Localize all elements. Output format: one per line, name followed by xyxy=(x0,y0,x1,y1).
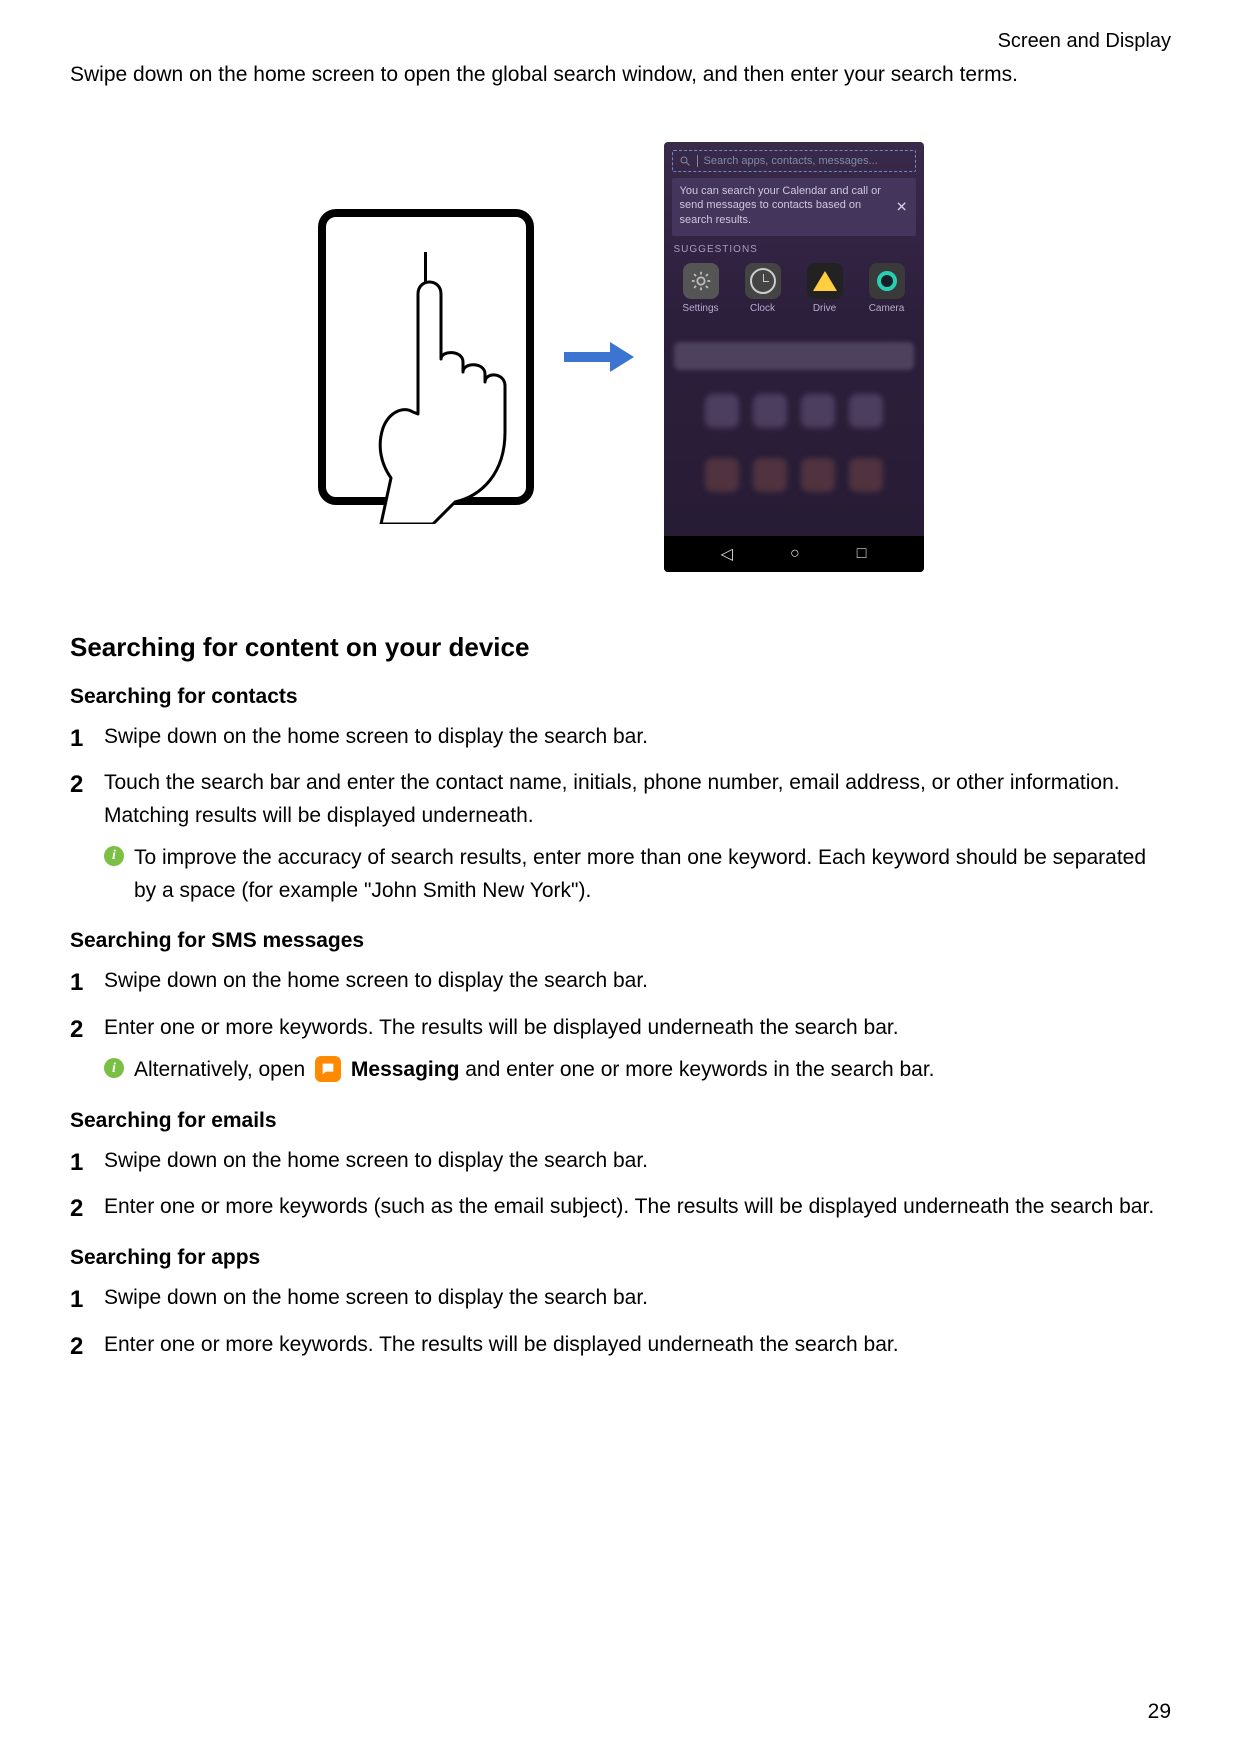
suggestions-label: SUGGESTIONS xyxy=(674,244,916,255)
device-search-screenshot: Search apps, contacts, messages... You c… xyxy=(664,142,924,572)
android-navbar: ◁ ○ □ xyxy=(664,536,924,572)
subheading-apps: Searching for apps xyxy=(70,1246,1171,1270)
device-swipe-illustration xyxy=(318,209,534,505)
steps-apps: Swipe down on the home screen to display… xyxy=(70,1282,1171,1361)
info-icon: i xyxy=(104,1058,124,1078)
suggestion-app-label: Camera xyxy=(860,303,914,314)
messaging-app-icon xyxy=(315,1056,341,1082)
header-section-label: Screen and Display xyxy=(70,30,1171,53)
illustration-row: Search apps, contacts, messages... You c… xyxy=(70,142,1171,572)
step-text: Touch the search bar and enter the conta… xyxy=(104,771,1120,827)
search-bar[interactable]: Search apps, contacts, messages... xyxy=(672,150,916,172)
hand-icon xyxy=(363,264,563,524)
clock-icon xyxy=(745,263,781,299)
info-icon: i xyxy=(104,846,124,866)
section-heading: Searching for content on your device xyxy=(70,632,1171,663)
steps-sms: Swipe down on the home screen to display… xyxy=(70,965,1171,1087)
page: Screen and Display Swipe down on the hom… xyxy=(0,0,1241,1754)
blurred-icons-row xyxy=(664,458,924,492)
tip-text: To improve the accuracy of search result… xyxy=(134,842,1171,907)
subheading-contacts: Searching for contacts xyxy=(70,685,1171,709)
subheading-emails: Searching for emails xyxy=(70,1109,1171,1133)
step-item: Swipe down on the home screen to display… xyxy=(70,1282,1171,1315)
tip-text-pre: Alternatively, open xyxy=(134,1058,311,1081)
step-item: Swipe down on the home screen to display… xyxy=(70,721,1171,754)
blurred-icons-row xyxy=(664,394,924,428)
page-number: 29 xyxy=(1148,1700,1171,1724)
suggestion-app-label: Clock xyxy=(736,303,790,314)
step-item: Enter one or more keywords (such as the … xyxy=(70,1191,1171,1224)
step-item: Enter one or more keywords. The results … xyxy=(70,1329,1171,1362)
suggestion-app-drive[interactable]: Drive xyxy=(798,263,852,314)
tip-block: i To improve the accuracy of search resu… xyxy=(104,842,1171,907)
tip-app-name: Messaging xyxy=(351,1058,460,1081)
nav-home-icon[interactable]: ○ xyxy=(790,545,800,563)
drive-icon xyxy=(807,263,843,299)
suggestion-app-label: Settings xyxy=(674,303,728,314)
subheading-sms: Searching for SMS messages xyxy=(70,929,1171,953)
step-text: Enter one or more keywords. The results … xyxy=(104,1016,899,1039)
search-tip-card: You can search your Calendar and call or… xyxy=(672,178,916,237)
intro-paragraph: Swipe down on the home screen to open th… xyxy=(70,59,1171,92)
nav-recent-icon[interactable]: □ xyxy=(857,545,867,563)
step-item: Swipe down on the home screen to display… xyxy=(70,965,1171,998)
step-item: Touch the search bar and enter the conta… xyxy=(70,767,1171,907)
arrow-right-icon xyxy=(564,340,634,374)
search-icon xyxy=(679,155,691,167)
search-tip-text: You can search your Calendar and call or… xyxy=(680,185,881,227)
tip-block: i Alternatively, open Messaging and ente… xyxy=(104,1054,1171,1087)
step-item: Enter one or more keywords. The results … xyxy=(70,1012,1171,1087)
suggestion-app-label: Drive xyxy=(798,303,852,314)
blurred-placeholder xyxy=(674,342,914,370)
camera-icon xyxy=(869,263,905,299)
suggestion-app-clock[interactable]: Clock xyxy=(736,263,790,314)
suggestion-app-settings[interactable]: Settings xyxy=(674,263,728,314)
step-item: Swipe down on the home screen to display… xyxy=(70,1145,1171,1178)
steps-emails: Swipe down on the home screen to display… xyxy=(70,1145,1171,1224)
settings-icon xyxy=(683,263,719,299)
suggestions-row: Settings Clock Drive Camera xyxy=(664,259,924,322)
close-icon[interactable]: ✕ xyxy=(896,197,908,216)
search-placeholder: Search apps, contacts, messages... xyxy=(704,155,878,167)
tip-text: Alternatively, open Messaging and enter … xyxy=(134,1054,1171,1087)
steps-contacts: Swipe down on the home screen to display… xyxy=(70,721,1171,908)
nav-back-icon[interactable]: ◁ xyxy=(721,544,733,564)
tip-text-post: and enter one or more keywords in the se… xyxy=(459,1058,934,1081)
suggestion-app-camera[interactable]: Camera xyxy=(860,263,914,314)
